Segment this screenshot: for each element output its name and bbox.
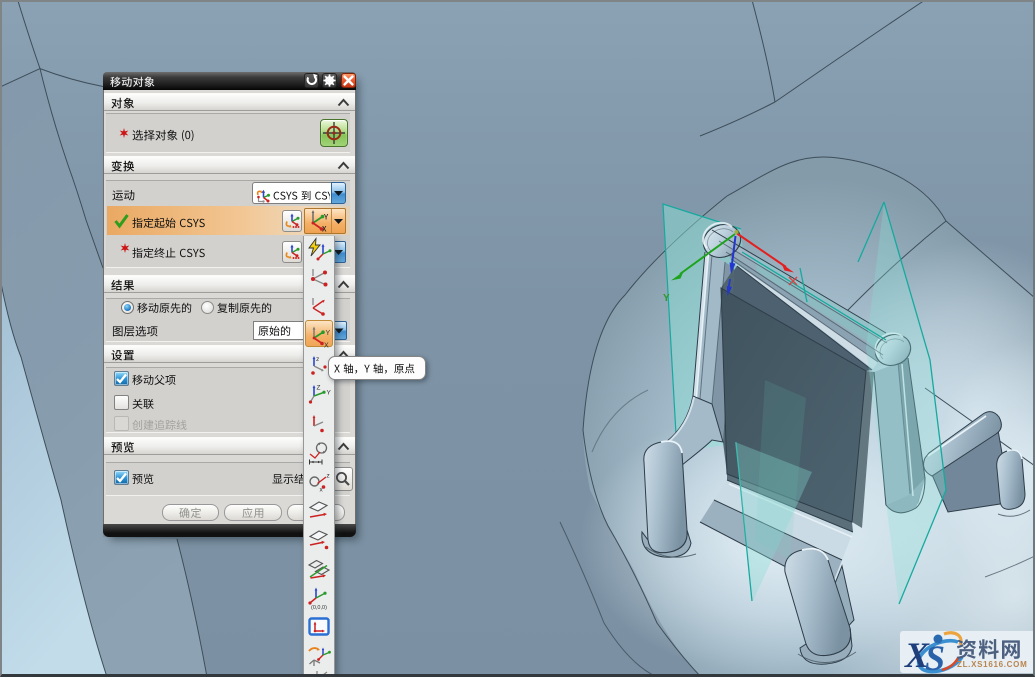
svg-text:(0,0,0): (0,0,0) bbox=[311, 605, 327, 611]
svg-text:z: z bbox=[327, 473, 330, 480]
svg-text:Z: Z bbox=[317, 385, 321, 392]
svg-text:S: S bbox=[925, 638, 945, 677]
svg-text:X: X bbox=[324, 343, 329, 350]
svg-text:Y: Y bbox=[326, 330, 331, 337]
svg-text:z: z bbox=[316, 356, 319, 363]
svg-text:Y: Y bbox=[327, 390, 332, 397]
